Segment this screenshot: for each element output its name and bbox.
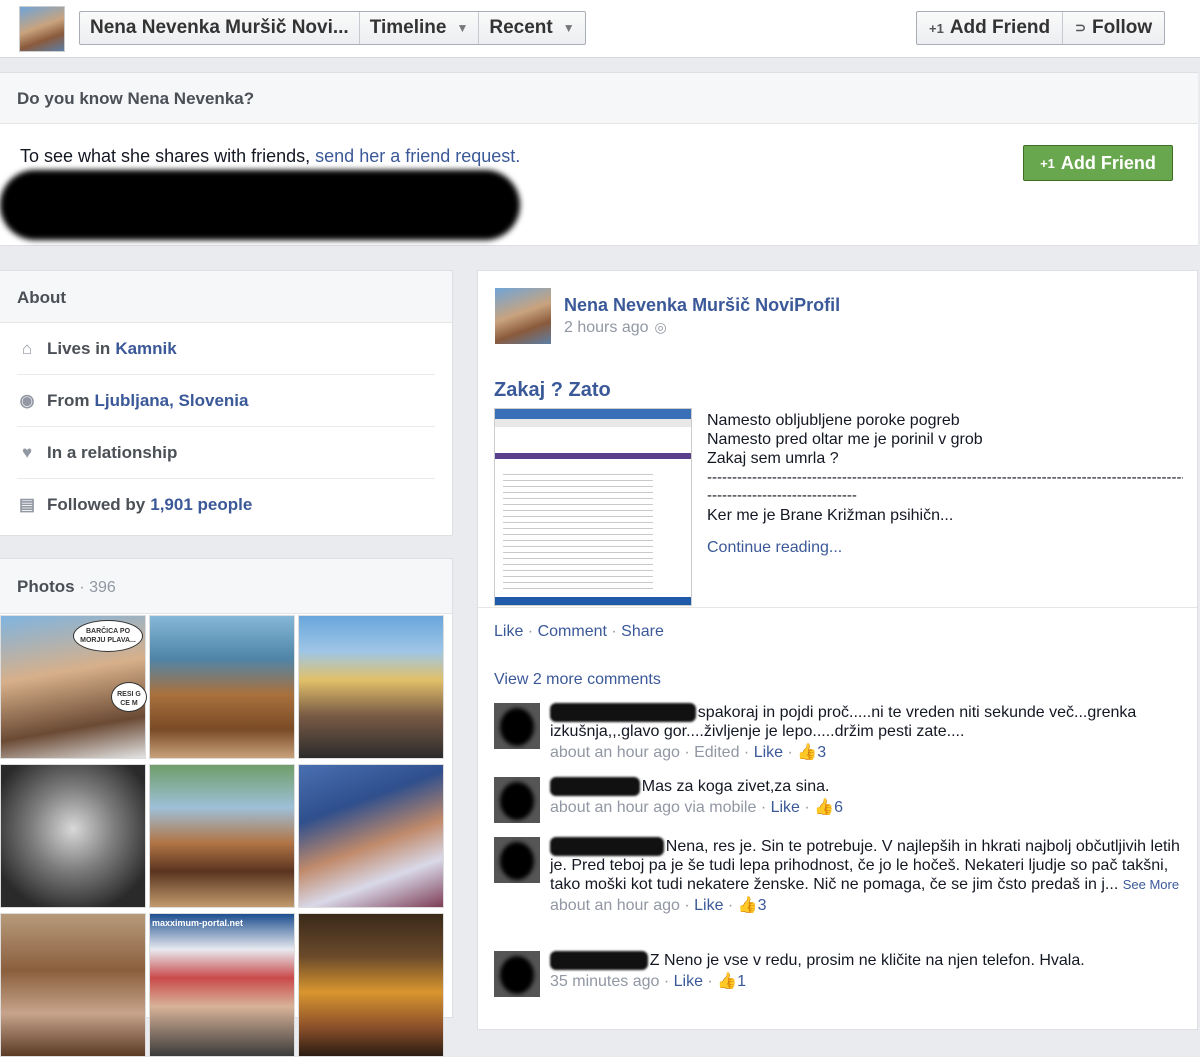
globe-icon: ◎: [654, 319, 667, 335]
comment-meta: about an hour ago via mobile · Like · 👍6: [550, 799, 843, 816]
note-excerpt-end: Ker me je Brane Križman psihičn...: [707, 507, 954, 524]
comment-text: Z Neno je vse v redu, prosim ne kličite …: [649, 952, 1085, 969]
comment-like-link[interactable]: Like: [771, 799, 800, 816]
about-title[interactable]: About: [0, 271, 452, 323]
add-friend-button[interactable]: +1 Add Friend: [917, 12, 1062, 44]
comment-like-link[interactable]: Like: [754, 744, 783, 761]
comment-meta: about an hour ago · Like · 👍3: [550, 897, 767, 914]
note-title-link[interactable]: Zakaj ? Zato: [494, 379, 611, 402]
view-more-comments-link[interactable]: View 2 more comments: [494, 671, 661, 689]
note-thumbnail[interactable]: [494, 408, 692, 606]
follow-button[interactable]: ⊃ Follow: [1062, 12, 1164, 44]
thumbnail-header-bar: [495, 453, 691, 459]
profile-avatar[interactable]: [19, 6, 65, 52]
post-divider: [478, 607, 1197, 608]
note-separator: ------------------------------: [707, 487, 857, 504]
commenter-name-redacted[interactable]: Xxxxxxxx Xxxxxxxx: [550, 703, 696, 722]
city-link[interactable]: Kamnik: [115, 339, 176, 359]
post-actions: Like · Comment · Share: [494, 623, 664, 640]
profile-name-button[interactable]: Nena Nevenka Muršič Novi...: [80, 12, 360, 44]
know-panel: To see what she shares with friends, sen…: [0, 124, 1198, 246]
about-box: About ⌂ Lives in Kamnik ◉ From Ljubljana…: [0, 270, 453, 536]
photos-box: Photos · 396 BARČICA PO MORJU PLAVA... R…: [0, 558, 453, 1057]
commenter-avatar[interactable]: [494, 837, 540, 883]
send-friend-request-link[interactable]: send her a friend request.: [315, 146, 520, 166]
thumbs-up-icon[interactable]: 👍: [738, 897, 758, 914]
about-item-followers: ▤ Followed by 1,901 people: [18, 495, 253, 515]
like-count[interactable]: 3: [758, 897, 767, 914]
followers-link[interactable]: 1,901 people: [150, 495, 252, 515]
comment-like-link[interactable]: Like: [674, 973, 703, 990]
thumbs-up-icon[interactable]: 👍: [814, 799, 834, 816]
comment-meta: about an hour ago · Edited · Like · 👍3: [550, 744, 827, 761]
heart-icon: ♥: [21, 442, 33, 462]
photo-caption-bubble: BARČICA PO MORJU PLAVA...: [73, 620, 143, 652]
about-item-from: ◉ From Ljubljana, Slovenia: [17, 375, 435, 427]
note-excerpt: Namesto obljubljene poroke pogreb Namest…: [707, 412, 983, 467]
comment-like-link[interactable]: Like: [694, 897, 723, 914]
hometown-link[interactable]: Ljubljana, Slovenia: [95, 391, 249, 411]
photo-thumbnail[interactable]: [149, 764, 295, 908]
photo-thumbnail[interactable]: [0, 764, 146, 908]
photo-thumbnail[interactable]: BARČICA PO MORJU PLAVA... RESI G CE M: [0, 615, 147, 759]
like-count[interactable]: 6: [834, 799, 843, 816]
friend-request-text: To see what she shares with friends, sen…: [20, 146, 521, 166]
thumbs-up-icon[interactable]: 👍: [717, 973, 737, 990]
like-count[interactable]: 3: [817, 744, 826, 761]
thumbnail-browser-bar: [495, 409, 691, 419]
chevron-down-icon: ▼: [456, 21, 469, 35]
about-item-lives-in: ⌂ Lives in Kamnik: [17, 323, 435, 375]
post-author-avatar[interactable]: [495, 288, 551, 344]
recent-dropdown[interactable]: Recent ▼: [479, 12, 584, 44]
commenter-avatar[interactable]: [494, 703, 540, 749]
about-item-relationship: ♥ In a relationship: [17, 427, 435, 479]
commenter-avatar[interactable]: [494, 777, 540, 823]
location-pin-icon: ◉: [19, 390, 35, 410]
thumbnail-text-lines: [503, 469, 653, 589]
photo-thumbnail[interactable]: [298, 764, 444, 908]
rss-icon: ⊃: [1075, 20, 1087, 35]
continue-reading-link[interactable]: Continue reading...: [707, 539, 842, 557]
know-panel-title: Do you know Nena Nevenka?: [0, 72, 1198, 124]
note-separator: ----------------------------------------…: [707, 469, 1183, 486]
share-link[interactable]: Share: [621, 623, 664, 640]
commenter-name-redacted[interactable]: Xxxxxx Xxxxxx: [550, 837, 664, 856]
photo-thumbnail[interactable]: [149, 615, 295, 759]
commenter-name-redacted[interactable]: Xxxxx Xxxx: [550, 777, 640, 796]
photo-thumbnail[interactable]: [0, 913, 146, 1057]
see-more-link[interactable]: See More: [1123, 877, 1179, 892]
rss-icon: ▤: [18, 495, 36, 514]
chevron-down-icon: ▼: [562, 21, 575, 35]
photo-banner-text: maxximum-portal.net: [152, 918, 244, 928]
commenter-name-redacted[interactable]: Xxxx Xxxxxx: [550, 951, 648, 970]
comment-text: Mas za koga zivet,za sina.: [641, 778, 830, 795]
home-icon: ⌂: [21, 338, 33, 358]
photo-thumbnail[interactable]: [298, 913, 444, 1057]
timeline-post: Nena Nevenka Muršič NoviProfil 2 hours a…: [477, 270, 1198, 1030]
add-friend-icon: +1: [1040, 155, 1055, 171]
add-friend-icon: +1: [929, 20, 944, 36]
photo-thumbnail[interactable]: [298, 615, 444, 759]
add-friend-primary-button[interactable]: +1 Add Friend: [1023, 145, 1173, 181]
timeline-dropdown[interactable]: Timeline ▼: [360, 12, 480, 44]
like-link[interactable]: Like: [494, 623, 523, 640]
comment-meta: 35 minutes ago · Like · 👍1: [550, 973, 747, 990]
post-timestamp: 2 hours ago ◎: [564, 319, 667, 337]
profile-actions: +1 Add Friend ⊃ Follow: [916, 11, 1166, 45]
timeline-selector: Nena Nevenka Muršič Novi... Timeline ▼ Re…: [79, 11, 586, 45]
thumbnail-taskbar: [495, 597, 691, 605]
profile-header-bar: Nena Nevenka Muršič Novi... Timeline ▼ Re…: [0, 0, 1200, 58]
redaction-mark: [0, 170, 520, 240]
like-count[interactable]: 1: [737, 973, 746, 990]
photo-caption-bubble: RESI G CE M: [111, 682, 147, 712]
photos-title[interactable]: Photos · 396: [0, 559, 452, 614]
comment-link[interactable]: Comment: [538, 623, 607, 640]
post-time-link[interactable]: 2 hours ago: [564, 319, 649, 336]
thumbnail-toolbar: [495, 419, 691, 427]
thumbs-up-icon[interactable]: 👍: [797, 744, 817, 761]
photo-thumbnail[interactable]: maxximum-portal.net: [149, 913, 295, 1057]
commenter-avatar[interactable]: [494, 951, 540, 997]
post-author-link[interactable]: Nena Nevenka Muršič NoviProfil: [564, 295, 840, 316]
